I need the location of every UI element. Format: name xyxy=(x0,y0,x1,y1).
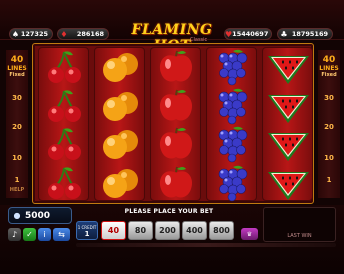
jackpot-spade: ♠ 127325 xyxy=(9,28,53,40)
jackpot-value: 286168 xyxy=(76,30,104,38)
jackpot-value: 18795169 xyxy=(291,30,328,38)
line-marker-1: 1 xyxy=(14,176,20,184)
heart-icon: ♥ xyxy=(225,29,233,39)
jackpot-value: 127325 xyxy=(20,30,48,38)
reel-grapes xyxy=(206,47,257,201)
bet-button-200[interactable]: 200 xyxy=(155,221,180,240)
cherry-icon xyxy=(39,87,90,125)
jackpot-heart: ♥ 15440697 xyxy=(224,28,272,40)
lines-indicator: 40 LINES Fixed xyxy=(6,55,28,88)
watermelon-icon xyxy=(263,48,314,86)
reel-watermelon xyxy=(262,47,313,201)
left-lines-panel: 40 LINES Fixed 30 20 10 1 HELP xyxy=(6,50,28,198)
lines-indicator: 40 LINES Fixed xyxy=(318,55,340,88)
lines-label: LINES xyxy=(7,65,27,72)
balance-display: ● 5000 xyxy=(8,207,72,224)
credit-value: 1 xyxy=(84,230,90,238)
jackpot-diamond: ♦ 286168 xyxy=(57,28,109,40)
jackpot-value: 15440697 xyxy=(232,30,269,38)
watermelon-icon xyxy=(263,87,314,125)
watermelon-icon xyxy=(263,125,314,163)
bet-button-400[interactable]: 400 xyxy=(182,221,207,240)
reel-cherry xyxy=(38,47,89,201)
gamble-button[interactable]: ♛ xyxy=(241,228,258,240)
help-button[interactable]: HELP xyxy=(6,187,28,193)
club-icon: ♣ xyxy=(280,29,288,39)
lines-count: 40 xyxy=(322,55,336,65)
line-marker-20: 20 xyxy=(324,123,334,131)
diamond-icon: ♦ xyxy=(60,29,68,39)
crown-icon: ♛ xyxy=(246,230,253,238)
lines-label: LINES xyxy=(319,65,339,72)
reel-apple xyxy=(150,47,201,201)
start-bar xyxy=(76,243,336,247)
bet-button-40[interactable]: 40 xyxy=(101,221,126,240)
orange-icon xyxy=(95,125,146,163)
apple-icon xyxy=(151,48,202,86)
status-message: PLEASE PLACE YOUR BET xyxy=(124,208,214,215)
sound-icon[interactable]: ♪ xyxy=(8,228,21,241)
fullscreen-icon[interactable]: ⇆ xyxy=(53,228,70,241)
orange-icon xyxy=(95,87,146,125)
balance-value: 5000 xyxy=(25,210,51,221)
last-win-label: LAST WIN xyxy=(287,233,312,239)
line-marker-1: 1 xyxy=(326,176,332,184)
line-marker-30: 30 xyxy=(12,94,22,102)
line-marker-30: 30 xyxy=(324,94,334,102)
settings-icon[interactable]: ✓ xyxy=(23,228,36,241)
grapes-icon xyxy=(207,87,258,125)
apple-icon xyxy=(151,164,202,202)
orange-icon xyxy=(95,164,146,202)
bet-button-800[interactable]: 800 xyxy=(209,221,234,240)
grapes-icon xyxy=(207,48,258,86)
jackpot-club: ♣ 18795169 xyxy=(277,28,333,40)
orange-icon xyxy=(95,48,146,86)
watermelon-icon xyxy=(263,164,314,202)
reel-orange xyxy=(94,47,145,201)
lines-fixed: Fixed xyxy=(9,72,25,78)
apple-icon xyxy=(151,125,202,163)
bet-button-80[interactable]: 80 xyxy=(128,221,153,240)
line-marker-10: 10 xyxy=(324,154,334,162)
lines-count: 40 xyxy=(10,55,24,65)
spade-icon: ♠ xyxy=(11,29,20,39)
settings-icons: ♪ ✓ i ⇆ xyxy=(8,228,70,241)
line-marker-20: 20 xyxy=(12,123,22,131)
cherry-icon xyxy=(39,164,90,202)
reels-area xyxy=(32,43,314,204)
apple-icon xyxy=(151,87,202,125)
info-icon[interactable]: i xyxy=(38,228,51,241)
chip-icon: ● xyxy=(13,211,21,220)
line-marker-10: 10 xyxy=(12,154,22,162)
right-lines-panel: 40 LINES Fixed 30 20 10 1 xyxy=(318,50,340,198)
cherry-icon xyxy=(39,125,90,163)
lines-fixed: Fixed xyxy=(321,72,337,78)
grapes-icon xyxy=(207,164,258,202)
grapes-icon xyxy=(207,125,258,163)
cherry-icon xyxy=(39,48,90,86)
credit-denomination-button[interactable]: 1 CREDIT 1 xyxy=(76,221,98,240)
